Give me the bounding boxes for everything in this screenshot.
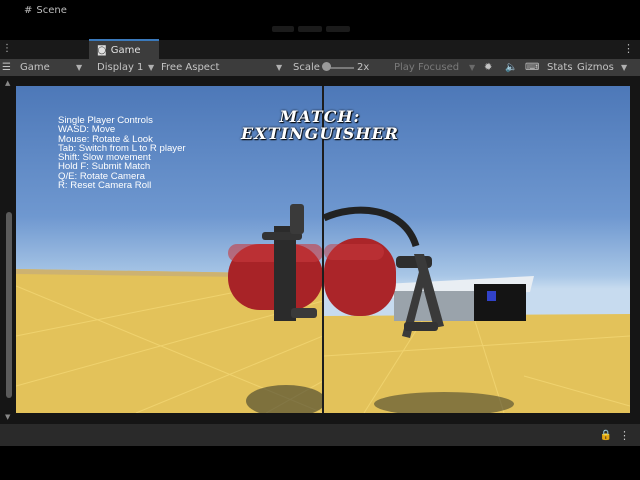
match-object: EXTINGUISHER xyxy=(241,124,399,143)
scroll-down-icon[interactable]: ▼ xyxy=(5,413,10,421)
hash-icon: # xyxy=(24,4,33,16)
controls-line: R: Reset Camera Roll xyxy=(58,180,152,192)
extinguisher-foot xyxy=(291,308,317,318)
chevron-down-icon: ▼ xyxy=(621,63,628,72)
scale-slider-handle[interactable] xyxy=(322,62,331,71)
display-dropdown[interactable]: Display 1 xyxy=(97,61,143,74)
top-bar xyxy=(0,0,640,32)
extinguisher-foot xyxy=(404,322,438,331)
chevron-down-icon: ▼ xyxy=(148,63,155,72)
top-pill xyxy=(272,26,294,32)
chevron-down-icon: ▼ xyxy=(76,63,83,72)
tab-game-label: Game xyxy=(110,44,141,56)
more-icon[interactable]: ⋮ xyxy=(623,42,634,55)
scale-label: Scale xyxy=(293,62,320,73)
scroll-up-icon[interactable]: ▲ xyxy=(5,79,10,87)
more-icon[interactable]: ⋮ xyxy=(619,429,630,442)
speaker-icon[interactable]: 🔈 xyxy=(505,61,517,74)
bottom-bar xyxy=(0,424,640,446)
chevron-down-icon: ▼ xyxy=(469,63,476,72)
tab-scene[interactable]: # Scene xyxy=(16,1,88,19)
mode-label: Game xyxy=(20,62,50,73)
gamepad-icon: ◙ xyxy=(97,44,107,56)
aspect-dropdown[interactable]: Free Aspect xyxy=(161,61,219,74)
gizmos-button[interactable]: Gizmos xyxy=(577,61,614,74)
game-toolbar: ☰ Game ▼ Display 1 ▼ Free Aspect ▼ Scale… xyxy=(0,59,640,76)
keyboard-icon[interactable]: ⌨ xyxy=(525,61,539,74)
top-pill xyxy=(326,26,350,32)
mode-dropdown[interactable]: Game xyxy=(20,61,50,74)
aspect-label: Free Aspect xyxy=(161,62,220,73)
more-icon[interactable]: ⋮ xyxy=(2,43,12,54)
vertical-scrollbar[interactable] xyxy=(6,212,12,398)
stats-button[interactable]: Stats xyxy=(547,61,573,74)
scale-value: 2x xyxy=(357,62,370,73)
hamburger-icon[interactable]: ☰ xyxy=(2,61,11,74)
lock-icon[interactable]: 🔒 xyxy=(600,430,612,441)
play-focused-dropdown[interactable]: Play Focused xyxy=(394,61,459,74)
play-focused-label: Play Focused xyxy=(394,62,460,73)
monitor xyxy=(487,291,496,301)
sun-icon[interactable]: ✹ xyxy=(484,61,492,74)
building-room xyxy=(474,284,526,321)
controls-help: Single Player Controls WASD: Move Mouse:… xyxy=(58,116,186,192)
match-label: MATCH: xyxy=(279,107,361,126)
extinguisher-valve xyxy=(274,226,296,321)
chevron-down-icon: ▼ xyxy=(276,63,283,72)
extinguisher-lever xyxy=(290,204,304,234)
tab-scene-label: Scene xyxy=(36,4,67,16)
tab-game[interactable]: ◙ Game xyxy=(89,39,159,59)
top-pill xyxy=(298,26,322,32)
display-label: Display 1 xyxy=(97,62,144,73)
extinguisher-highlight xyxy=(324,244,384,260)
match-banner: MATCH: EXTINGUISHER xyxy=(196,108,444,142)
